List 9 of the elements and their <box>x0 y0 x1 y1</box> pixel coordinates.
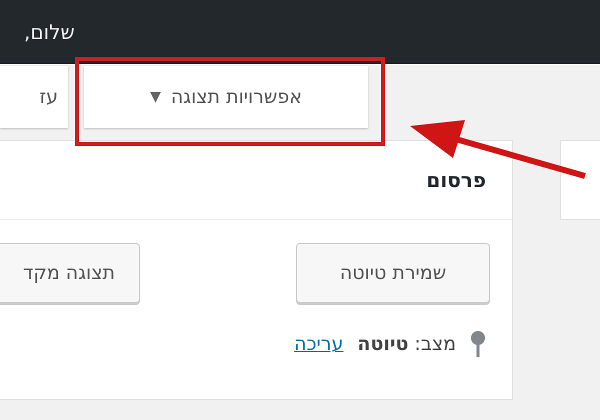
preview-button[interactable]: תצוגה מקד <box>0 243 140 303</box>
screen-options-tab[interactable]: אפשרויות תצוגה ▼ <box>84 66 368 128</box>
save-draft-button[interactable]: שמירת טיוטה <box>296 243 490 303</box>
pin-icon <box>470 331 486 357</box>
panel-title: פרסום <box>426 168 486 192</box>
status-text: מצב: טיוטה <box>357 333 456 355</box>
edit-link[interactable]: עריכה <box>294 333 344 355</box>
greeting-text: שלום, <box>24 20 75 44</box>
help-tab[interactable]: עז <box>0 66 68 128</box>
